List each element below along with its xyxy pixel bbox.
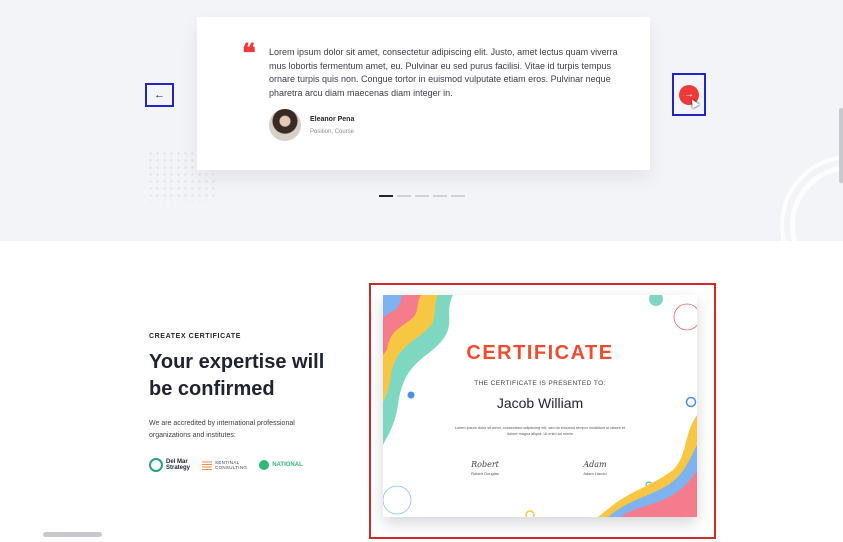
del-mar-icon (149, 458, 163, 472)
certificate-info: CREATEX CERTIFICATE Your expertise will … (149, 333, 349, 472)
section-headline: Your expertise will be confirmed (149, 351, 325, 400)
author-role: Position, Course (310, 129, 355, 135)
prev-slide-button[interactable]: ← (145, 83, 174, 107)
accreditation-text: We are accredited by international profe… (149, 420, 295, 439)
pager-dot[interactable] (433, 195, 447, 197)
logo-line: NATIONAL (272, 462, 303, 468)
signature-script: Adam (583, 460, 607, 469)
certificate-title: CERTIFICATE (466, 342, 614, 364)
vertical-scrollbar[interactable] (839, 108, 843, 183)
pager-dot[interactable] (451, 195, 465, 197)
signatory-name: Adam Harold (583, 471, 607, 476)
logo-line: CONSULTING (215, 465, 248, 470)
certificate-recipient: Jacob William (496, 395, 584, 411)
decorative-rings (790, 165, 843, 241)
certificate-presented-to: THE CERTIFICATE IS PRESENTED TO: (474, 380, 606, 387)
certificate-image: CERTIFICATE THE CERTIFICATE IS PRESENTED… (383, 295, 697, 517)
national-logo: NATIONAL (259, 460, 303, 470)
slider-pagination[interactable] (379, 195, 465, 197)
signature-right: Adam Adam Harold (565, 460, 625, 476)
signature-script: Robert (471, 460, 499, 469)
partner-logos: Del Mar Strategy SENTINAL CONSULTING NATIO… (149, 458, 349, 472)
certificate-body: Lorem ipsum dolor sit amet, consectetur … (454, 426, 626, 436)
section-eyebrow: CREATEX CERTIFICATE (149, 333, 242, 340)
next-slide-button[interactable]: → (672, 73, 706, 116)
testimonial-section: ❛❛ Lorem ipsum dolor sit amet, consectet… (0, 0, 843, 241)
testimonial-card: ❛❛ Lorem ipsum dolor sit amet, consectet… (197, 17, 650, 170)
author-name: Eleanor Pena (310, 116, 355, 123)
pager-dot[interactable] (397, 195, 411, 197)
signatory-name: Robert Douglas (471, 471, 499, 476)
quote-icon: ❛❛ (242, 39, 256, 69)
horizontal-scrollbar[interactable] (43, 532, 102, 537)
pager-dot[interactable] (379, 195, 393, 197)
national-icon (259, 460, 270, 470)
sentinal-logo: SENTINAL CONSULTING (202, 460, 247, 470)
logo-line: Strategy (166, 465, 191, 471)
testimonial-quote: Lorem ipsum dolor sit amet, consectetur … (269, 47, 618, 98)
pager-dot[interactable] (415, 195, 429, 197)
arrow-left-icon: ← (154, 88, 165, 101)
del-mar-logo: Del Mar Strategy (149, 458, 190, 472)
signature-left: Robert Robert Douglas (455, 460, 515, 476)
avatar (269, 109, 301, 141)
sentinal-icon (202, 460, 213, 470)
